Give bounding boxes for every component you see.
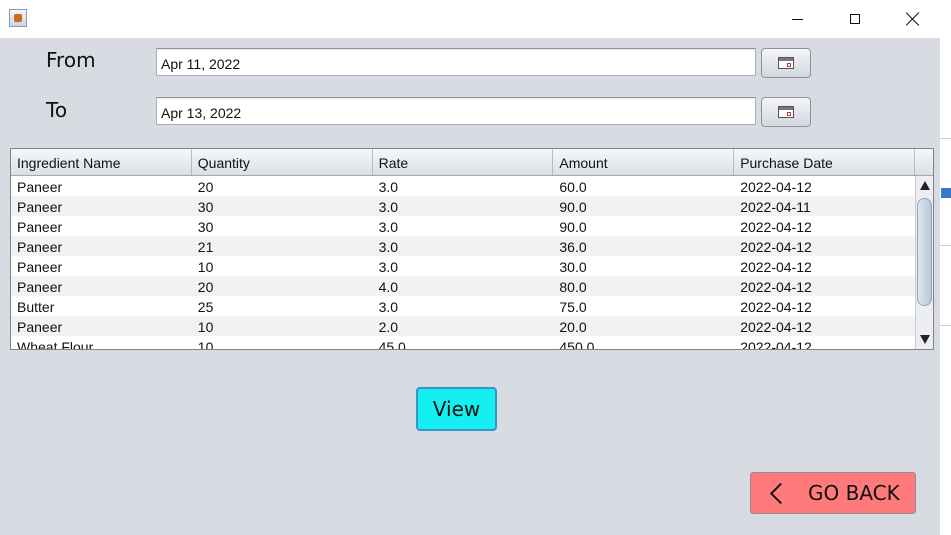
cell-ingredient-name: Paneer <box>17 239 63 255</box>
column-header-purchase-date[interactable]: Purchase Date <box>734 149 915 175</box>
background-window-edge <box>940 0 951 535</box>
cell-quantity: 10 <box>197 319 214 335</box>
go-back-button[interactable]: GO BACK <box>750 472 916 514</box>
header-corner <box>915 149 933 176</box>
cell-amount: 80.0 <box>559 279 587 295</box>
cell-amount: 90.0 <box>559 219 587 235</box>
column-header-amount[interactable]: Amount <box>553 149 735 175</box>
cell-purchase-date: 2022-04-12 <box>740 239 812 255</box>
cell-amount: 75.0 <box>559 299 587 315</box>
cell-ingredient-name: Paneer <box>17 219 63 235</box>
cell-quantity: 25 <box>197 299 214 315</box>
cell-purchase-date: 2022-04-12 <box>740 219 812 235</box>
cell-rate: 3.0 <box>378 239 399 255</box>
table-row[interactable]: Paneer 20 4.0 80.0 2022-04-12 <box>11 276 915 296</box>
scrollbar-thumb[interactable] <box>917 198 932 306</box>
view-button[interactable]: View <box>416 387 497 431</box>
cell-rate: 3.0 <box>378 199 399 215</box>
calendar-icon <box>778 57 794 69</box>
cell-amount: 20.0 <box>559 319 587 335</box>
column-header-rate[interactable]: Rate <box>373 149 554 175</box>
go-back-label: GO BACK <box>808 481 900 505</box>
cell-rate: 4.0 <box>378 279 399 295</box>
column-header-quantity[interactable]: Quantity <box>192 149 373 175</box>
cell-purchase-date: 2022-04-12 <box>740 319 812 335</box>
cell-ingredient-name: Paneer <box>17 279 63 295</box>
table-row[interactable]: Paneer 30 3.0 90.0 2022-04-11 <box>11 196 915 216</box>
cell-rate: 3.0 <box>378 299 399 315</box>
cell-rate: 3.0 <box>378 179 399 195</box>
table-header: Ingredient Name Quantity Rate Amount Pur… <box>11 149 915 176</box>
scroll-up-arrow-icon[interactable] <box>920 181 930 190</box>
cell-amount: 450.0 <box>559 339 595 349</box>
chevron-left-icon <box>769 482 792 504</box>
cell-amount: 30.0 <box>559 259 587 275</box>
table-row[interactable]: Wheat Flour 10 45.0 450.0 2022-04-12 <box>11 336 915 349</box>
cell-quantity: 20 <box>197 279 214 295</box>
to-calendar-button[interactable] <box>761 97 811 127</box>
java-app-icon <box>9 9 27 27</box>
to-label: To <box>46 98 68 122</box>
cell-rate: 3.0 <box>378 219 399 235</box>
minimize-button[interactable] <box>768 0 826 38</box>
cell-quantity: 30 <box>197 199 214 215</box>
scroll-down-arrow-icon[interactable] <box>920 335 930 344</box>
cell-ingredient-name: Paneer <box>17 199 63 215</box>
background-divider <box>940 325 951 326</box>
cell-purchase-date: 2022-04-12 <box>740 299 812 315</box>
cell-purchase-date: 2022-04-12 <box>740 179 812 195</box>
from-calendar-button[interactable] <box>761 48 811 78</box>
table-row[interactable]: Paneer 10 3.0 30.0 2022-04-12 <box>11 256 915 276</box>
title-bar <box>0 0 940 38</box>
background-accent-strip <box>941 188 951 198</box>
table-row[interactable]: Paneer 21 3.0 36.0 2022-04-12 <box>11 236 915 256</box>
calendar-icon <box>778 106 794 118</box>
purchases-table[interactable]: Ingredient Name Quantity Rate Amount Pur… <box>10 148 934 350</box>
column-header-ingredient-name[interactable]: Ingredient Name <box>11 149 192 175</box>
cell-purchase-date: 2022-04-12 <box>740 259 812 275</box>
cell-quantity: 10 <box>197 259 214 275</box>
cell-purchase-date: 2022-04-12 <box>740 279 812 295</box>
cell-amount: 36.0 <box>559 239 587 255</box>
cell-amount: 90.0 <box>559 199 587 215</box>
cell-ingredient-name: Paneer <box>17 319 63 335</box>
cell-quantity: 21 <box>197 239 214 255</box>
from-label: From <box>46 48 96 72</box>
cell-ingredient-name: Wheat Flour <box>17 339 94 349</box>
maximize-button[interactable] <box>826 0 884 38</box>
table-vertical-scrollbar[interactable] <box>915 176 933 349</box>
table-row[interactable]: Paneer 10 2.0 20.0 2022-04-12 <box>11 316 915 336</box>
cell-rate: 2.0 <box>378 319 399 335</box>
minimize-icon <box>791 18 803 20</box>
cell-amount: 60.0 <box>559 179 587 195</box>
cell-quantity: 20 <box>197 179 214 195</box>
to-date-field[interactable]: Apr 13, 2022 <box>156 97 756 125</box>
table-row[interactable]: Paneer 20 3.0 60.0 2022-04-12 <box>11 176 915 196</box>
close-icon <box>906 12 920 26</box>
close-button[interactable] <box>884 0 942 38</box>
table-body: Paneer 20 3.0 60.0 2022-04-12 Paneer 30 … <box>11 176 915 349</box>
cell-quantity: 30 <box>197 219 214 235</box>
cell-ingredient-name: Paneer <box>17 179 63 195</box>
cell-ingredient-name: Paneer <box>17 259 63 275</box>
maximize-icon <box>850 14 860 24</box>
from-date-field[interactable]: Apr 11, 2022 <box>156 48 756 76</box>
purchase-report-window: From Apr 11, 2022 To Apr 13, 2022 Ingred… <box>0 0 940 535</box>
background-divider <box>940 245 951 246</box>
cell-rate: 3.0 <box>378 259 399 275</box>
cell-rate: 45.0 <box>378 339 406 349</box>
table-row[interactable]: Butter 25 3.0 75.0 2022-04-12 <box>11 296 915 316</box>
cell-purchase-date: 2022-04-11 <box>740 199 811 215</box>
cell-ingredient-name: Butter <box>17 299 55 315</box>
background-divider <box>940 138 951 139</box>
cell-quantity: 10 <box>197 339 214 349</box>
table-row[interactable]: Paneer 30 3.0 90.0 2022-04-12 <box>11 216 915 236</box>
cell-purchase-date: 2022-04-12 <box>740 339 812 349</box>
